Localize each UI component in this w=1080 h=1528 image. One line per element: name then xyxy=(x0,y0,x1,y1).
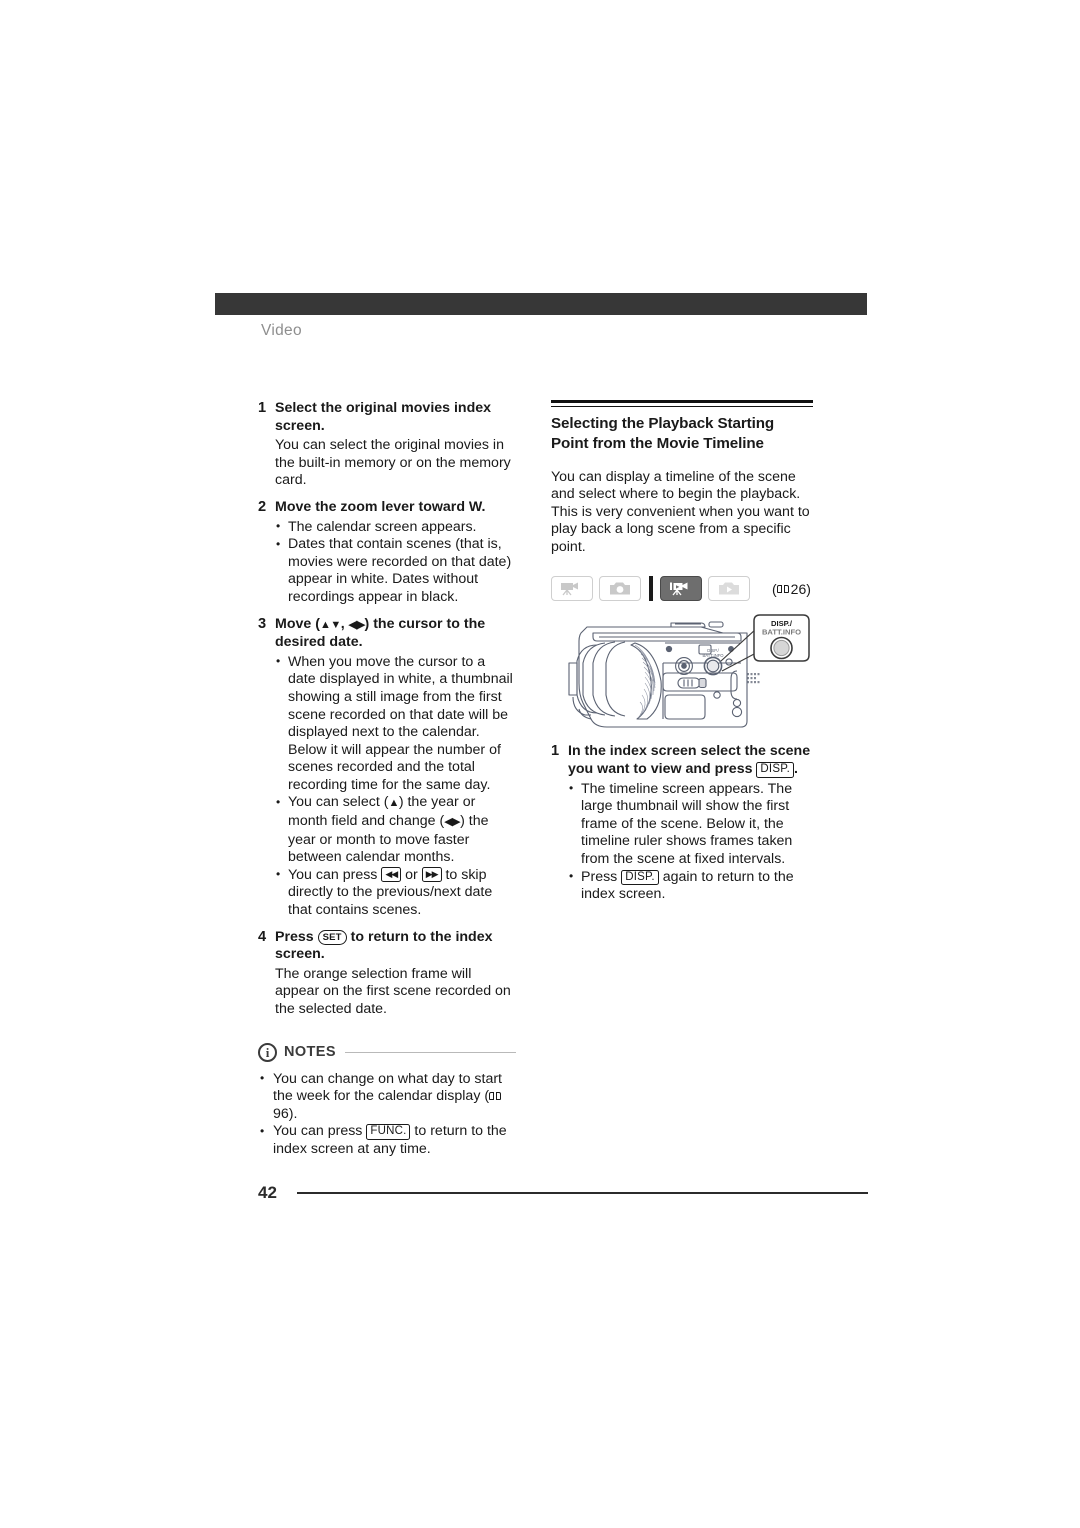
bullet-mid: or xyxy=(401,866,422,883)
right-column: Selecting the Playback Starting Point fr… xyxy=(551,400,813,904)
step-3-number: 3 xyxy=(258,615,267,632)
note-post: ). xyxy=(288,1105,298,1122)
mode-chip-camcorder-playback xyxy=(660,576,702,602)
list-item: Dates that contain scenes (that is, movi… xyxy=(275,536,516,606)
section-label: Video xyxy=(261,322,302,339)
header-bar xyxy=(215,293,867,315)
bullet-pre: You can select ( xyxy=(288,794,389,811)
left-right-arrow-icon: ◀▶ xyxy=(348,618,365,631)
page-title: Selecting the Playback Starting Point fr… xyxy=(551,414,775,452)
step-1-title: Select the original movies index screen. xyxy=(275,400,492,434)
list-item: You can select (▲) the year or month fie… xyxy=(275,794,516,866)
notes-body: You can change on what day to start the … xyxy=(258,1070,516,1159)
list-item: Press DISP. again to return to the index… xyxy=(568,868,813,904)
step-3-bullets: When you move the cursor to a date displ… xyxy=(275,653,516,920)
mode-group-separator xyxy=(649,576,653,602)
paren-close: ) xyxy=(806,580,811,597)
step-4-body: The orange selection frame will appear o… xyxy=(275,966,516,1019)
up-arrow-icon: ▲ xyxy=(388,797,399,810)
page-footer: 42 xyxy=(258,1183,868,1203)
step-4: 4 Press SET to return to the index scree… xyxy=(258,929,516,964)
fast-forward-button-icon: ▶▶ xyxy=(421,867,442,883)
notes-header: i NOTES xyxy=(258,1042,516,1062)
right-step-1-title-post: . xyxy=(793,761,798,778)
bullet-pre: You can press xyxy=(288,866,382,883)
body-button-label-line2: BATT.INFO xyxy=(702,653,724,658)
step-2-number: 2 xyxy=(258,498,267,515)
note-pre: You can change on what day to start the … xyxy=(273,1070,503,1105)
folio-page-number: 42 xyxy=(258,1183,277,1202)
footer-rule xyxy=(296,1192,868,1194)
callout-leader-lines xyxy=(720,629,757,672)
intro-text: You can display a timeline of the scene … xyxy=(551,468,810,555)
rewind-button-icon: ◀◀ xyxy=(381,867,402,883)
callout-box: DISP./ BATT.INFO xyxy=(753,614,810,663)
right-step-1: 1 In the index screen select the scene y… xyxy=(551,743,813,778)
book-page-icon xyxy=(776,585,789,594)
right-step-1-title: In the index screen select the scene you… xyxy=(568,743,813,778)
camcorder-record-icon xyxy=(561,582,578,596)
camcorder-side-view-illustration: DISP./ BATT.INFO DISP./ BATT.INFO xyxy=(551,611,813,743)
list-item: The calendar screen appears. xyxy=(275,518,516,537)
right-step-1-bullets: The timeline screen appears. The large t… xyxy=(568,780,813,904)
step-3-title: Move (▲▼, ◀▶) the cursor to the desired … xyxy=(275,616,516,652)
step-4-number: 4 xyxy=(258,928,267,945)
intro-paragraph: You can display a timeline of the scene … xyxy=(551,469,813,557)
list-item: When you move the cursor to a date displ… xyxy=(275,653,516,795)
camcorder-playback-icon xyxy=(670,582,688,596)
step-2-bullets: The calendar screen appears. Dates that … xyxy=(275,518,516,607)
step-4-title-pre: Press xyxy=(275,928,318,945)
step-2: 2 Move the zoom lever toward W. xyxy=(258,499,516,517)
notes-divider xyxy=(344,1051,516,1053)
note-pre: You can press xyxy=(273,1123,367,1140)
bullet-pre: Press xyxy=(581,868,622,885)
operating-mode-row: (26) xyxy=(551,576,813,602)
disp-button-icon: DISP. xyxy=(756,762,794,778)
mode-chip-photo-playback xyxy=(708,576,750,602)
list-item: The timeline screen appears. The large t… xyxy=(568,780,813,869)
left-right-arrow-icon: ◀▶ xyxy=(444,816,461,829)
mode-chip-photo-record xyxy=(599,576,641,602)
photo-camera-record-icon xyxy=(610,582,630,595)
notes-bullets: You can change on what day to start the … xyxy=(258,1070,516,1159)
info-circle-icon: i xyxy=(258,1042,277,1062)
list-item: You can press ◀◀ or ▶▶ to skip directly … xyxy=(275,866,516,920)
step-1-body-text: You can select the original movies in th… xyxy=(275,437,511,489)
callout-label-line2: BATT.INFO xyxy=(762,628,801,637)
list-item: You can change on what day to start the … xyxy=(258,1070,516,1124)
list-item: You can press FUNC. to return to the ind… xyxy=(258,1123,516,1158)
notes-title: NOTES xyxy=(284,1044,336,1061)
step-4-body-text: The orange selection frame will appear o… xyxy=(275,965,511,1017)
step-3-title-mid: , xyxy=(340,615,349,632)
func-button-icon: FUNC. xyxy=(366,1124,411,1140)
heading-rule xyxy=(551,400,813,407)
step-3-title-pre: Move ( xyxy=(275,615,320,632)
set-button-icon: SET xyxy=(317,929,347,946)
step-1-body: You can select the original movies in th… xyxy=(275,437,516,490)
mode-page-reference: (26) xyxy=(772,581,811,597)
photo-playback-icon xyxy=(719,582,739,595)
body-micro-text xyxy=(747,673,760,684)
mode-chip-camcorder-record xyxy=(551,576,593,602)
step-1-number: 1 xyxy=(258,400,267,416)
left-column: 1 Select the original movies index scree… xyxy=(258,400,516,1159)
book-page-icon xyxy=(489,1091,502,1101)
step-1: 1 Select the original movies index scree… xyxy=(258,400,516,435)
up-down-arrow-icon: ▲▼ xyxy=(319,618,341,631)
step-3: 3 Move (▲▼, ◀▶) the cursor to the desire… xyxy=(258,616,516,652)
manual-page: Video 1 Select the original movies index… xyxy=(0,0,1080,1528)
camcorder-figure-svg: DISP./ BATT.INFO DISP./ BATT.INFO xyxy=(568,614,810,729)
page-ref-number: 26 xyxy=(790,580,807,597)
right-step-1-number: 1 xyxy=(551,743,560,760)
step-2-title: Move the zoom lever toward W. xyxy=(275,498,486,515)
step-4-title: Press SET to return to the index screen. xyxy=(275,929,516,964)
note-page-ref: 96 xyxy=(273,1105,289,1122)
disp-button-icon: DISP. xyxy=(621,869,659,886)
